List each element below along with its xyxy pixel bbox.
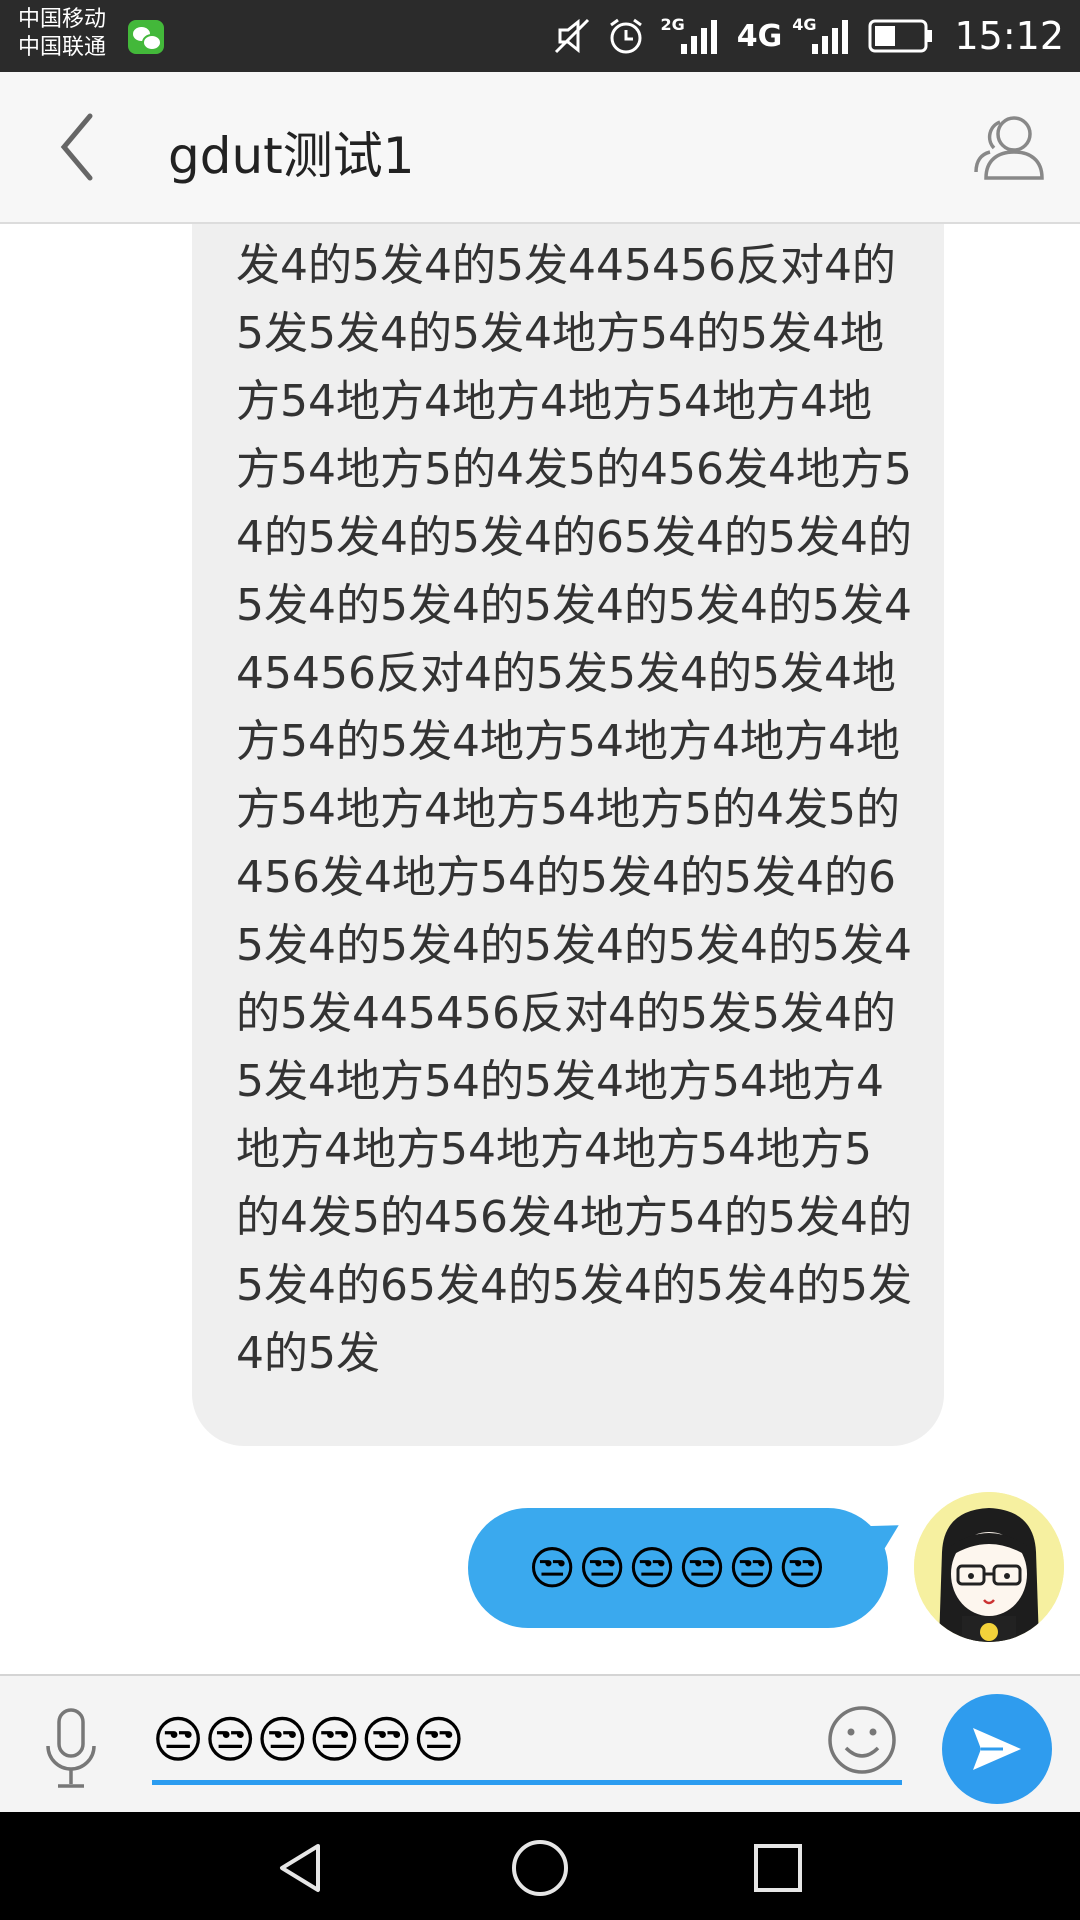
carrier-1: 中国移动 (18, 7, 107, 32)
emoji-button[interactable] (826, 1704, 898, 1776)
battery-icon (868, 18, 934, 54)
send-button[interactable] (942, 1694, 1052, 1804)
message-composer: 😒😒😒😒😒😒 (0, 1674, 1080, 1814)
message-list[interactable]: 发4的5发4的5发445456反对4的5发5发4的5发4地方54的5发4地方54… (0, 224, 1080, 1674)
smiley-icon (828, 1706, 896, 1774)
group-members-button[interactable] (970, 110, 1050, 184)
system-nav-bar (0, 1812, 1080, 1920)
message-input[interactable]: 😒😒😒😒😒😒 (152, 1700, 902, 1785)
nav-back-button[interactable] (268, 1836, 332, 1900)
chat-title: gdut测试1 (168, 127, 415, 185)
data-arrows-icon: 4G (737, 19, 783, 54)
home-circle-icon (512, 1840, 568, 1896)
avatar-illustration (914, 1492, 1064, 1642)
send-icon (973, 1728, 1021, 1770)
avatar[interactable] (914, 1492, 1064, 1642)
clock: 15:12 (954, 14, 1064, 58)
back-button[interactable] (48, 108, 118, 186)
carrier-labels: 中国移动 中国联通 (18, 6, 106, 62)
network-type-label-small: 4G (792, 14, 817, 34)
nav-home-button[interactable] (508, 1836, 572, 1900)
mute-icon (552, 16, 592, 56)
chat-header: gdut测试1 (0, 72, 1080, 224)
microphone-icon (46, 1708, 96, 1788)
signal-icon-2: 4G (792, 14, 854, 56)
signal-icon: 2G (660, 14, 722, 56)
wechat-icon (128, 20, 164, 54)
group-members-icon (974, 116, 1044, 180)
nav-recents-button[interactable] (746, 1836, 810, 1900)
status-icons: 2G 4G 4G 15:12 (552, 0, 1064, 72)
outgoing-message-bubble[interactable]: 😒😒😒😒😒😒 (468, 1508, 888, 1628)
status-bar: 中国移动 中国联通 2G 4G 4G 15:12 (0, 0, 1080, 72)
voice-button[interactable] (40, 1706, 102, 1792)
network-type-label-large: 4G (736, 18, 783, 54)
outgoing-message-text: 😒😒😒😒😒😒 (528, 1541, 828, 1595)
recents-square-icon (754, 1844, 802, 1892)
alarm-icon (606, 16, 646, 56)
incoming-message-text: 发4的5发4的5发445456反对4的5发5发4的5发4地方54的5发4地方54… (236, 240, 912, 1379)
chevron-left-icon (60, 113, 93, 181)
carrier-2: 中国联通 (18, 35, 107, 60)
back-triangle-icon (280, 1844, 320, 1892)
incoming-message-bubble[interactable]: 发4的5发4的5发445456反对4的5发5发4的5发4地方54的5发4地方54… (192, 224, 944, 1446)
network-type-label: 2G (660, 14, 685, 34)
